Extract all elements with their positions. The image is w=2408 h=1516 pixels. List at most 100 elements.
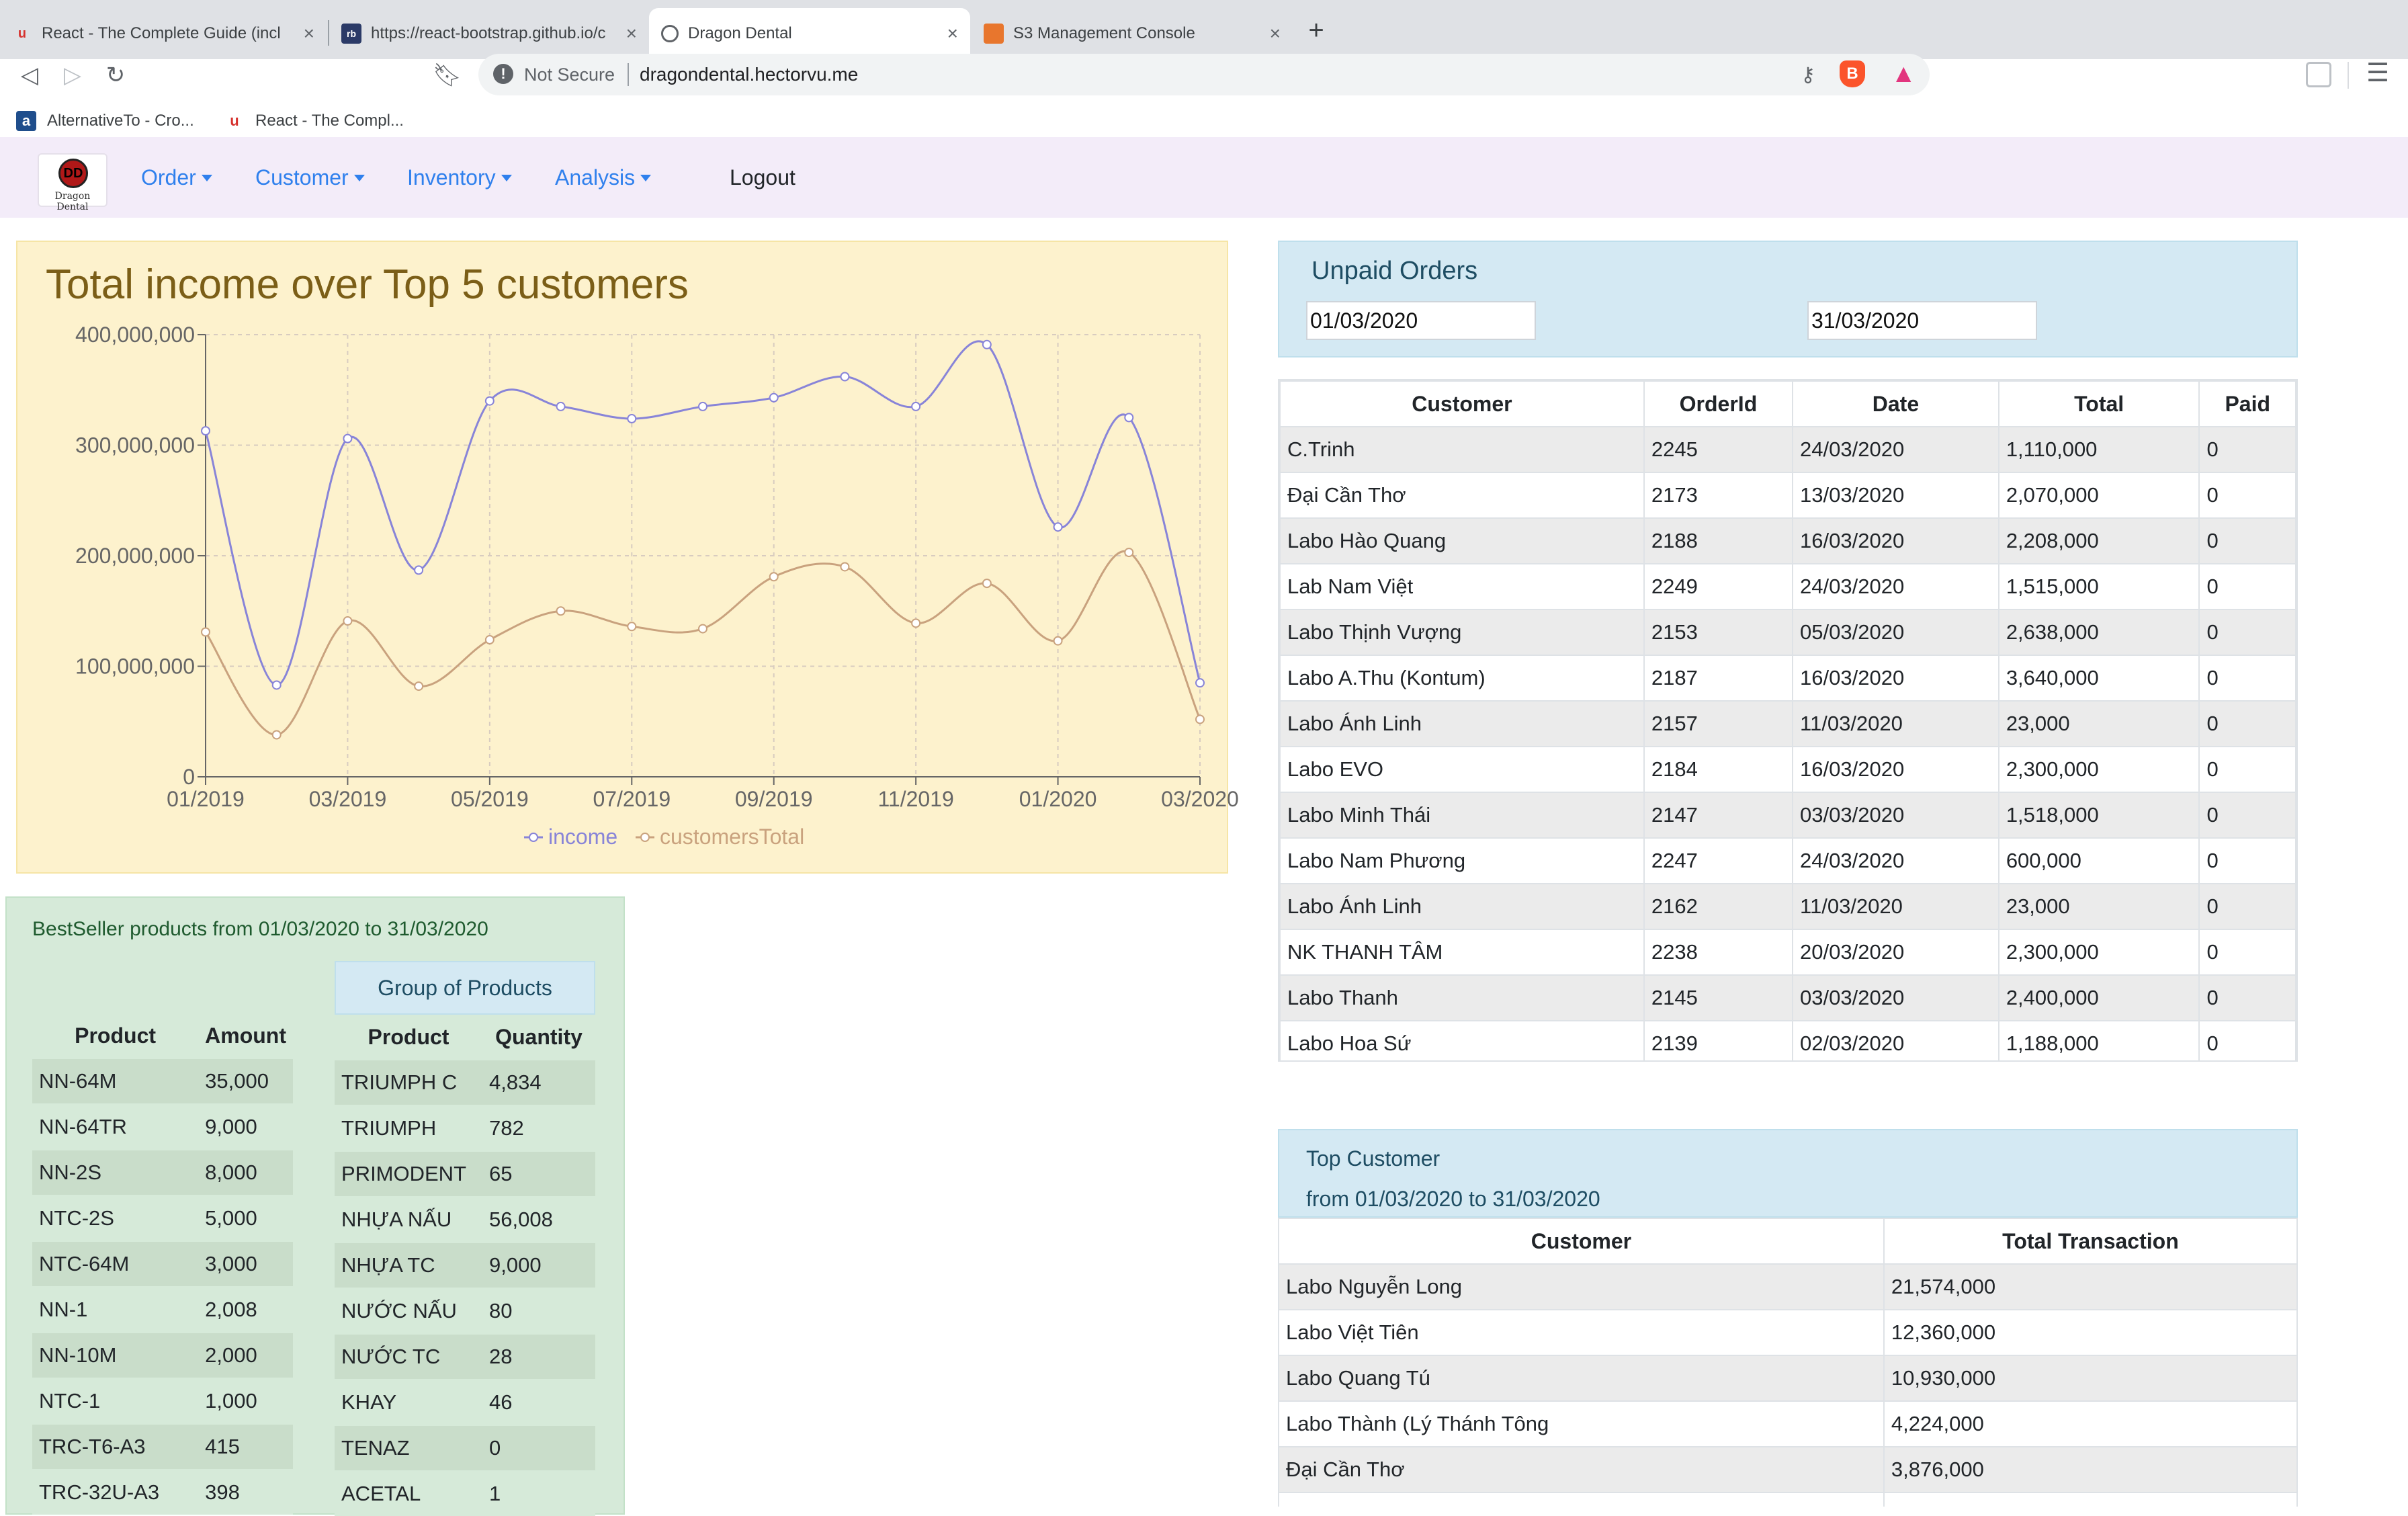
- nav-order-dropdown[interactable]: Order: [141, 165, 212, 190]
- table-row[interactable]: TRIUMPH C 4,834: [335, 1059, 595, 1105]
- table-row[interactable]: NK THANH TÂM 2238 20/03/2020 2,300,000 0: [1279, 929, 2296, 976]
- table-row[interactable]: NN-64TR 9,000: [32, 1103, 293, 1150]
- table-cell: 11/03/2020: [1792, 700, 2000, 747]
- table-cell: 20/03/2020: [1792, 929, 2000, 976]
- nav-customer-dropdown[interactable]: Customer: [255, 165, 365, 190]
- table-row[interactable]: NN-1 2,008: [32, 1286, 293, 1333]
- date-from-input[interactable]: [1306, 301, 1536, 340]
- table-row[interactable]: NTC-2S 5,000: [32, 1195, 293, 1241]
- table-cell: 2187: [1643, 655, 1794, 702]
- info-icon[interactable]: !: [493, 64, 513, 84]
- caret-down-icon: [501, 174, 512, 181]
- close-tab-icon[interactable]: ×: [947, 23, 958, 44]
- table-row[interactable]: Labo Minh Thái 2147 03/03/2020 1,518,000 0: [1279, 792, 2296, 839]
- extension-icon[interactable]: [2306, 62, 2331, 87]
- bat-rewards-icon[interactable]: ▲: [1891, 60, 1916, 87]
- table-row[interactable]: Labo A.Thu (Kontum) 2187 16/03/2020 3,640,0…: [1279, 655, 2296, 702]
- table-row[interactable]: TRC-T6-A3 415: [32, 1423, 293, 1470]
- browser-tab[interactable]: rb https://react-bootstrap.github.io/c ×: [329, 8, 649, 59]
- url-text[interactable]: dragondental.hectorvu.me: [640, 64, 858, 85]
- table-row[interactable]: NTC-64M 3,000: [32, 1240, 293, 1287]
- unpaid-orders-table-container[interactable]: Customer OrderId Date Total Paid C.Trinh 2245…: [1278, 379, 2298, 1062]
- table-cell: Labo Thành (Lý Thánh Tông: [1278, 1400, 1885, 1447]
- table-row[interactable]: TRC-32U-A3 398: [32, 1469, 293, 1515]
- back-arrow-icon[interactable]: ◁: [16, 62, 43, 89]
- logout-link[interactable]: Logout: [730, 165, 796, 190]
- y-tick-label: 400,000,000: [75, 323, 195, 347]
- table-row[interactable]: ACETAL 1: [335, 1470, 595, 1516]
- table-cell: NƯỚC TC: [335, 1333, 482, 1380]
- new-tab-button[interactable]: +: [1299, 13, 1333, 47]
- close-tab-icon[interactable]: ×: [1270, 23, 1281, 44]
- browser-tab[interactable]: S3 Management Console ×: [972, 8, 1293, 59]
- table-row[interactable]: TENAZ 0: [335, 1425, 595, 1471]
- forward-arrow-icon[interactable]: ▷: [59, 62, 86, 89]
- table-row[interactable]: Labo Ánh Linh 2162 11/03/2020 23,000 0: [1279, 883, 2296, 930]
- close-tab-icon[interactable]: ×: [626, 23, 637, 44]
- date-to-input[interactable]: [1807, 301, 2037, 340]
- data-point-customersTotal: [769, 572, 779, 582]
- y-tick-label: 0: [183, 765, 195, 789]
- data-point-customersTotal: [698, 624, 707, 634]
- table-row[interactable]: TRIUMPH 782: [335, 1105, 595, 1151]
- table-row[interactable]: C.Thu (Kiên Giang)3,840,000: [1278, 1492, 2298, 1507]
- bookmark-react-guide[interactable]: u React - The Compl...: [224, 108, 404, 134]
- data-point-customersTotal: [911, 618, 921, 628]
- table-cell: 3,840,000: [1883, 1492, 2298, 1507]
- table-row[interactable]: Labo EVO 2184 16/03/2020 2,300,000 0: [1279, 746, 2296, 793]
- table-row[interactable]: NƯỚC TC 28: [335, 1333, 595, 1380]
- table-row[interactable]: KHAY 46: [335, 1379, 595, 1425]
- table-row[interactable]: Labo Hào Quang 2188 16/03/2020 2,208,000 0: [1279, 517, 2296, 564]
- data-point-income: [484, 396, 494, 406]
- table-cell: 1,515,000: [1997, 563, 2200, 610]
- udemy-favicon-icon: u: [230, 112, 239, 129]
- bookmark-alternativeto[interactable]: a AlternativeTo - Cro...: [16, 108, 194, 134]
- table-row[interactable]: NTC-1 1,000: [32, 1378, 293, 1424]
- table-row[interactable]: NƯỚC NẤU 80: [335, 1288, 595, 1334]
- table-row[interactable]: Labo Thành (Lý Thánh Tông 4,224,000: [1278, 1400, 2298, 1447]
- table-row[interactable]: NHỰA NẤU 56,008: [335, 1196, 595, 1243]
- table-row[interactable]: Labo Ánh Linh 2157 11/03/2020 23,000 0: [1279, 700, 2296, 747]
- nav-analysis-dropdown[interactable]: Analysis: [555, 165, 652, 190]
- bookmark-icon[interactable]: 🔖︎: [433, 62, 462, 89]
- reload-icon[interactable]: ↻: [102, 62, 129, 89]
- nav-inventory-dropdown[interactable]: Inventory: [407, 165, 512, 190]
- address-bar[interactable]: ! Not Secure dragondental.hectorvu.me ⚷ …: [478, 54, 1930, 95]
- table-row[interactable]: Labo Nam Phương 2247 24/03/2020 600,000 0: [1279, 837, 2296, 884]
- table-cell: 16/03/2020: [1792, 517, 2000, 564]
- table-row[interactable]: Labo Hoa Sứ 2139 02/03/2020 1,188,000 0: [1279, 1020, 2296, 1060]
- close-tab-icon[interactable]: ×: [304, 23, 314, 44]
- data-point-income: [1195, 678, 1205, 688]
- table-row[interactable]: Labo Quang Tú 10,930,000: [1278, 1355, 2298, 1402]
- table-row[interactable]: C.Trinh 2245 24/03/2020 1,110,000 0: [1279, 426, 2296, 473]
- table-row[interactable]: Đại Cần Thơ 3,876,000: [1278, 1446, 2298, 1493]
- menu-icon[interactable]: ☰: [2366, 58, 2389, 88]
- table-row[interactable]: NN-10M 2,000: [32, 1332, 293, 1378]
- table-row[interactable]: NHỰA TC 9,000: [335, 1242, 595, 1288]
- top-customer-table-container[interactable]: Customer Total Transaction Labo Nguyễn Lo…: [1278, 1218, 2298, 1507]
- table-row[interactable]: NN-64M 35,000: [32, 1058, 293, 1104]
- table-cell: 2247: [1643, 837, 1794, 884]
- table-row[interactable]: Labo Thịnh Vượng 2153 05/03/2020 2,638,000 0: [1279, 609, 2296, 656]
- data-point-customersTotal: [484, 635, 494, 645]
- key-icon[interactable]: ⚷: [1801, 63, 1815, 87]
- table-cell: Labo Ánh Linh: [1279, 700, 1645, 747]
- data-point-customersTotal: [1053, 636, 1063, 646]
- table-cell: Lab Nam Việt: [1279, 563, 1645, 610]
- table-row[interactable]: Labo Thanh 2145 03/03/2020 2,400,000 0: [1279, 974, 2296, 1021]
- top-customer-date-range: from 01/03/2020 to 31/03/2020: [1306, 1187, 1600, 1211]
- data-point-income: [840, 372, 850, 382]
- brand-logo[interactable]: DD Dragon Dental: [38, 153, 108, 212]
- browser-tab[interactable]: u React - The Complete Guide (incl ×: [0, 8, 327, 59]
- table-row[interactable]: Labo Nguyễn Long 21,574,000: [1278, 1263, 2298, 1310]
- column-header: Customer: [1279, 380, 1645, 427]
- table-cell: 2139: [1643, 1020, 1794, 1060]
- browser-tab-active[interactable]: Dragon Dental ×: [649, 8, 970, 59]
- table-row[interactable]: NN-2S 8,000: [32, 1149, 293, 1195]
- dragon-dental-logo-icon: DD: [58, 159, 88, 188]
- table-row[interactable]: Labo Việt Tiên 12,360,000: [1278, 1309, 2298, 1356]
- table-row[interactable]: PRIMODENT 65: [335, 1150, 595, 1197]
- table-row[interactable]: Đại Cần Thơ 2173 13/03/2020 2,070,000 0: [1279, 472, 2296, 519]
- table-row[interactable]: Lab Nam Việt 2249 24/03/2020 1,515,000 0: [1279, 563, 2296, 610]
- brave-shield-icon[interactable]: B: [1840, 60, 1865, 87]
